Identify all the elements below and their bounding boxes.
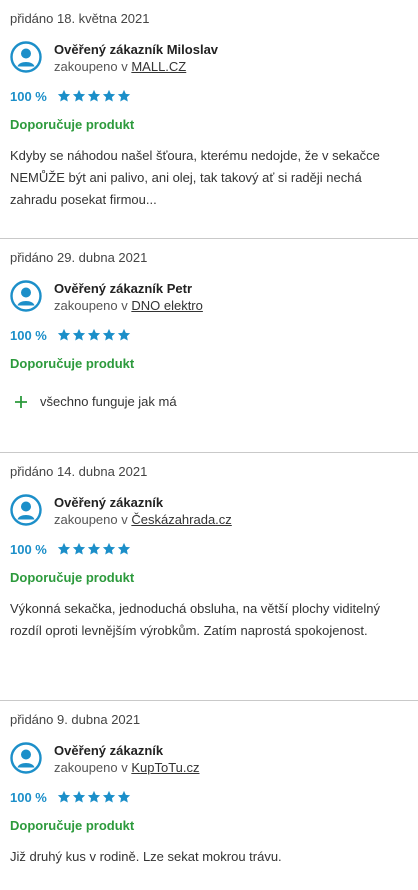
star-icon [102,328,115,341]
review-text: Výkonná sekačka, jednoduchá obsluha, na … [10,601,381,638]
review-date: přidáno 9. dubna 2021 [10,712,141,727]
star-icon [117,542,130,555]
author-name: Ověřený zákazník [54,495,164,510]
purchased-prefix: zakoupeno v [54,760,132,775]
author-info: Ověřený zákazník zakoupeno v Českázahrad… [54,494,232,529]
star-rating [57,89,132,103]
plus-icon [14,395,28,409]
shop-link[interactable]: DNO elektro [131,298,203,313]
star-icon [57,790,70,803]
star-rating [57,790,132,804]
rating-percent: 100 % [10,88,47,104]
shop-link[interactable]: KupToTu.cz [131,760,199,775]
star-icon [87,89,100,102]
rating-percent: 100 % [10,789,47,805]
star-icon [72,89,85,102]
star-icon [72,328,85,341]
star-icon [57,328,70,341]
purchase-info: zakoupeno v Českázahrada.cz [54,511,232,529]
review-author: Ověřený zákazník zakoupeno v KupToTu.cz [10,742,408,777]
user-avatar-icon [10,41,42,73]
author-info: Ověřený zákazník Miloslav zakoupeno v MA… [54,41,218,76]
purchase-info: zakoupeno v DNO elektro [54,297,203,315]
review-item: přidáno 14. dubna 2021 Ověřený zákazník … [0,453,418,701]
review-date: přidáno 14. dubna 2021 [10,464,148,479]
recommend-label: Doporučuje produkt [10,570,135,585]
star-icon [87,328,100,341]
recommend-label: Doporučuje produkt [10,356,135,371]
author-info: Ověřený zákazník Petr zakoupeno v DNO el… [54,280,203,315]
star-icon [102,542,115,555]
rating: 100 % [10,327,408,343]
pro-item: všechno funguje jak má [10,394,408,429]
author-info: Ověřený zákazník zakoupeno v KupToTu.cz [54,742,200,777]
star-icon [117,328,130,341]
review-item: přidáno 18. května 2021 Ověřený zákazník… [0,0,418,239]
review-author: Ověřený zákazník zakoupeno v Českázahrad… [10,494,408,529]
review-text: Kdyby se náhodou našel šťoura, kterému n… [10,148,380,207]
star-icon [117,790,130,803]
shop-link[interactable]: MALL.CZ [131,59,186,74]
review-date: přidáno 18. května 2021 [10,11,150,26]
review-text: Již druhý kus v rodině. Lze sekat mokrou… [10,849,282,864]
star-icon [102,790,115,803]
star-icon [72,790,85,803]
user-avatar-icon [10,742,42,774]
pro-text: všechno funguje jak má [40,394,177,409]
author-name: Ověřený zákazník [54,743,164,758]
purchased-prefix: zakoupeno v [54,512,132,527]
rating: 100 % [10,789,408,805]
review-item: přidáno 29. dubna 2021 Ověřený zákazník … [0,239,418,453]
rating-percent: 100 % [10,327,47,343]
user-avatar-icon [10,494,42,526]
star-icon [87,790,100,803]
purchased-prefix: zakoupeno v [54,59,132,74]
star-rating [57,328,132,342]
star-icon [117,89,130,102]
star-rating [57,542,132,556]
rating: 100 % [10,541,408,557]
shop-link[interactable]: Českázahrada.cz [131,512,231,527]
user-avatar-icon [10,280,42,312]
purchased-prefix: zakoupeno v [54,298,132,313]
author-name: Ověřený zákazník Petr [54,281,193,296]
recommend-label: Doporučuje produkt [10,117,135,132]
purchase-info: zakoupeno v KupToTu.cz [54,759,200,777]
star-icon [87,542,100,555]
review-author: Ověřený zákazník Petr zakoupeno v DNO el… [10,280,408,315]
star-icon [102,89,115,102]
review-author: Ověřený zákazník Miloslav zakoupeno v MA… [10,41,408,76]
review-item: přidáno 9. dubna 2021 Ověřený zákazník z… [0,701,418,890]
rating: 100 % [10,88,408,104]
author-name: Ověřený zákazník Miloslav [54,42,219,57]
review-list: přidáno 18. května 2021 Ověřený zákazník… [0,0,418,890]
purchase-info: zakoupeno v MALL.CZ [54,58,218,76]
star-icon [57,542,70,555]
recommend-label: Doporučuje produkt [10,818,135,833]
rating-percent: 100 % [10,541,47,557]
review-date: přidáno 29. dubna 2021 [10,250,148,265]
star-icon [57,89,70,102]
star-icon [72,542,85,555]
